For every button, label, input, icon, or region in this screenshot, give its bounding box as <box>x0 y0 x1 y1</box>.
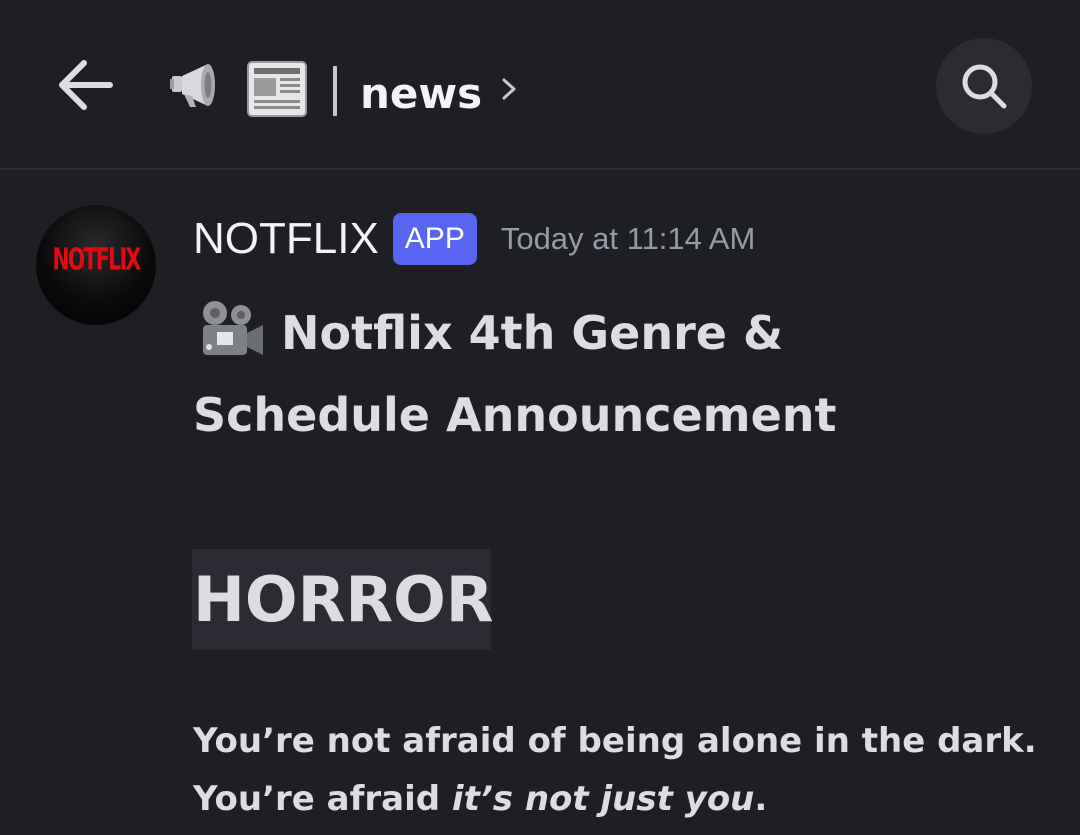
channel-header: news <box>0 0 1080 170</box>
author-name[interactable]: NOTFLIX <box>193 212 379 266</box>
megaphone-icon <box>170 64 215 107</box>
tagline-line-1: You’re not afraid of being alone in the … <box>193 721 1037 761</box>
tagline: You’re not afraid of being alone in the … <box>193 712 1053 828</box>
channel-name[interactable]: news <box>360 68 482 120</box>
timestamp: Today at 11:14 AM <box>500 221 756 256</box>
newspaper-icon <box>247 61 307 117</box>
title-line-2: Schedule Announcement <box>193 388 837 442</box>
search-icon <box>962 64 1007 109</box>
genre-heading: HORROR <box>193 563 494 636</box>
search-button[interactable] <box>936 38 1032 134</box>
tagline-line-2-start: You’re afraid <box>193 779 452 819</box>
message: NOTFLIX NOTFLIX APP Today at 11:14 AM No… <box>0 172 1080 835</box>
tagline-line-2-end: . <box>754 779 768 819</box>
announcement-title: Notflix 4th Genre & Schedule Announcemen… <box>193 292 1053 456</box>
chevron-right-icon[interactable] <box>498 74 520 104</box>
arrow-left-icon <box>59 60 113 110</box>
app-badge: APP <box>392 213 477 265</box>
back-button[interactable] <box>50 50 120 120</box>
title-separator <box>333 66 337 116</box>
message-header: NOTFLIX APP Today at 11:14 AM <box>193 212 755 266</box>
tagline-emphasis: it’s not just you <box>451 779 755 819</box>
title-line-1: Notflix 4th Genre & <box>281 306 784 360</box>
avatar[interactable]: NOTFLIX <box>36 205 156 325</box>
avatar-logo: NOTFLIX <box>52 243 141 278</box>
movie-camera-icon <box>203 301 263 355</box>
